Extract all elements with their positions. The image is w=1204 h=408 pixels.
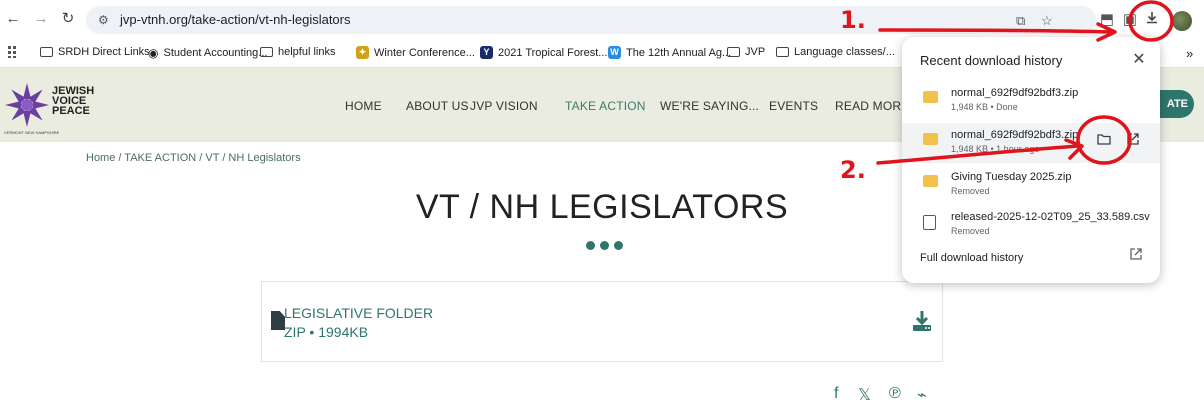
download-filename: Giving Tuesday 2025.zip	[951, 171, 1072, 183]
rss-icon[interactable]: ⌁	[917, 385, 927, 405]
star-logo-icon	[5, 83, 49, 127]
open-external-icon[interactable]	[1125, 133, 1141, 149]
download-filename: normal_692f9df92bdf3.zip	[951, 87, 1079, 99]
download-icon[interactable]	[1142, 10, 1162, 30]
download-status: 1,948 KB • 1 hour ago	[951, 144, 1040, 154]
x-icon[interactable]: 𝕏	[858, 385, 871, 405]
nav-events[interactable]: EVENTS	[769, 99, 818, 113]
bookmark-item[interactable]: JVP	[727, 46, 765, 58]
logo-text: JEWISH VOICE PEACE	[52, 86, 94, 117]
nav-about-us[interactable]: ABOUT US	[406, 99, 469, 113]
folder-icon	[260, 47, 273, 57]
bookmark-label: Language classes/...	[794, 46, 895, 58]
zip-file-icon	[923, 91, 938, 103]
pinterest-icon[interactable]: ℗	[889, 385, 901, 403]
bookmark-item[interactable]: ◉ Student Accounting...	[148, 46, 267, 60]
favicon-icon: ✦	[356, 46, 369, 59]
address-bar[interactable]: ⚙ jvp-vtnh.org/take-action/vt-nh-legisla…	[86, 6, 1096, 34]
globe-icon: ◉	[148, 46, 159, 60]
breadcrumb[interactable]: Home / TAKE ACTION / VT / NH Legislators	[86, 152, 301, 164]
tab-groups-icon[interactable]: ▣	[1120, 10, 1140, 30]
bookmark-label: Student Accounting...	[163, 47, 268, 59]
reload-icon[interactable]: ↻	[59, 10, 77, 28]
favicon-icon: Y	[480, 46, 493, 59]
download-item[interactable]: normal_692f9df92bdf3.zip 1,948 KB • Done	[902, 81, 1160, 121]
zip-file-icon	[923, 175, 938, 187]
bookmark-item[interactable]: ✦ Winter Conference...	[356, 46, 475, 59]
page-title: VT / NH LEGISLATORS	[415, 188, 789, 226]
download-item[interactable]: Giving Tuesday 2025.zip Removed	[902, 165, 1160, 205]
nav-jvp-vision[interactable]: JVP VISION	[470, 99, 538, 113]
close-icon[interactable]: ✕	[1130, 49, 1148, 69]
download-status: 1,948 KB • Done	[951, 102, 1018, 112]
bookmark-item[interactable]: SRDH Direct Links	[40, 46, 150, 58]
download-item[interactable]: released-2025-12-02T09_25_33.589.csv Rem…	[902, 205, 1160, 245]
apps-icon[interactable]	[8, 46, 20, 58]
show-in-folder-icon[interactable]	[1096, 133, 1112, 149]
download-item[interactable]: normal_692f9df92bdf3.zip 1,948 KB • 1 ho…	[902, 123, 1160, 163]
back-icon[interactable]: ←	[4, 10, 22, 28]
url-text[interactable]: jvp-vtnh.org/take-action/vt-nh-legislato…	[120, 12, 351, 27]
annotation-label-1: 1.	[840, 6, 866, 34]
folder-icon	[776, 47, 789, 57]
jvp-logo[interactable]: JEWISH VOICE PEACE VERMONT NEW HAMPSHIRE	[4, 76, 104, 135]
download-status: Removed	[951, 226, 990, 236]
star-icon[interactable]: ☆	[1041, 13, 1053, 29]
nav-home[interactable]: HOME	[345, 99, 382, 113]
bookmark-label: helpful links	[278, 46, 336, 58]
profile-avatar[interactable]	[1172, 11, 1192, 31]
file-download-icon[interactable]	[912, 310, 932, 332]
bookmark-label: Winter Conference...	[374, 46, 475, 59]
screenshot: ← → ↻ ⚙ jvp-vtnh.org/take-action/vt-nh-l…	[0, 0, 1204, 408]
file-card[interactable]: LEGISLATIVE FOLDER ZIP • 1994KB	[261, 281, 943, 362]
bookmark-item[interactable]: Language classes/...	[776, 46, 895, 58]
full-download-history-link[interactable]: Full download history	[920, 252, 1023, 264]
site-settings-icon[interactable]: ⚙	[98, 12, 114, 28]
logo-line: PEACE	[52, 105, 90, 117]
bookmark-label: 2021 Tropical Forest...	[498, 46, 608, 59]
download-panel-title: Recent download history	[920, 53, 1063, 68]
nav-read-more[interactable]: READ MORE	[835, 99, 909, 113]
facebook-icon[interactable]: f	[834, 385, 838, 403]
zip-file-icon	[923, 133, 938, 145]
title-divider	[586, 241, 623, 250]
download-history-panel: Recent download history ✕ normal_692f9df…	[902, 37, 1160, 283]
file-icon	[271, 311, 285, 330]
nav-were-saying[interactable]: WE'RE SAYING...	[660, 99, 759, 113]
install-icon[interactable]: ⧉	[1016, 13, 1025, 29]
bookmark-item[interactable]: Y 2021 Tropical Forest...	[480, 46, 607, 59]
csv-file-icon	[923, 215, 936, 230]
open-external-icon[interactable]	[1130, 248, 1142, 263]
download-status: Removed	[951, 186, 990, 196]
folder-icon	[40, 47, 53, 57]
favicon-icon: W	[608, 46, 621, 59]
folder-icon	[727, 47, 740, 57]
bookmark-item[interactable]: W The 12th Annual Ag...	[608, 46, 731, 59]
more-bookmarks-icon[interactable]: »	[1186, 46, 1193, 61]
logo-subtext: VERMONT NEW HAMPSHIRE	[4, 130, 60, 135]
extensions-icon[interactable]: ⬒	[1097, 10, 1117, 30]
forward-icon[interactable]: →	[32, 10, 50, 28]
file-name[interactable]: LEGISLATIVE FOLDER	[284, 305, 433, 321]
file-meta: ZIP • 1994KB	[284, 324, 369, 340]
download-filename: released-2025-12-02T09_25_33.589.csv	[951, 211, 1150, 223]
annotation-label-2: 2.	[840, 156, 866, 184]
browser-toolbar: ← → ↻ ⚙ jvp-vtnh.org/take-action/vt-nh-l…	[0, 0, 1204, 40]
nav-take-action[interactable]: TAKE ACTION	[565, 99, 646, 113]
bookmark-item[interactable]: helpful links	[260, 46, 335, 58]
download-filename: normal_692f9df92bdf3.zip	[951, 129, 1079, 141]
bookmark-label: SRDH Direct Links	[58, 46, 150, 58]
bookmark-label: The 12th Annual Ag...	[626, 46, 732, 59]
bookmark-label: JVP	[745, 46, 766, 58]
